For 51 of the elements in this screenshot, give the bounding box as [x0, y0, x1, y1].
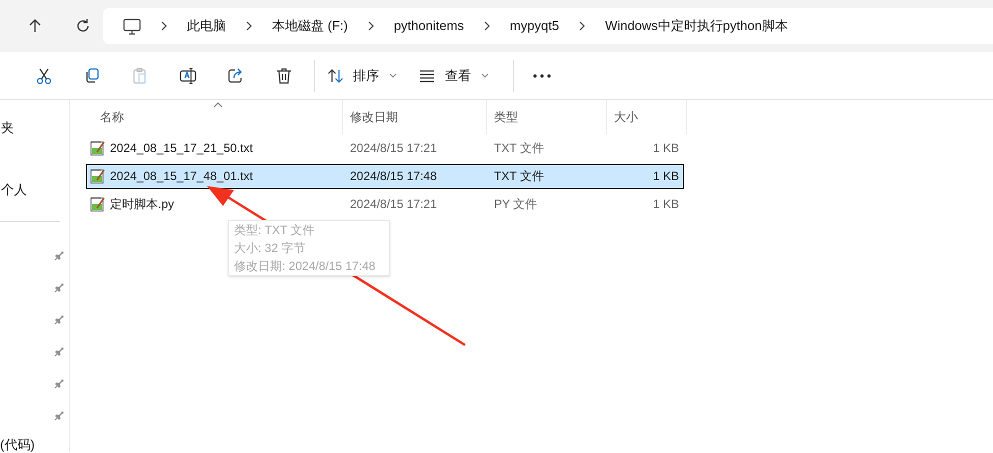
- chevron-icon: [245, 21, 253, 31]
- tooltip-line: 大小: 32 字节: [234, 240, 306, 257]
- notepad-icon: [90, 168, 106, 184]
- modified-date: 2024/8/15 17:21: [349, 140, 438, 157]
- breadcrumb[interactable]: pythonitems: [394, 16, 464, 36]
- tooltip-line: 类型: TXT 文件: [234, 222, 316, 239]
- chevron-down-icon: [389, 72, 397, 78]
- breadcrumb[interactable]: 本地磁盘 (F:): [272, 16, 348, 36]
- column-header[interactable]: 类型: [487, 100, 607, 134]
- file-size: 1 KB: [652, 168, 680, 185]
- file-size: 1 KB: [652, 196, 680, 213]
- file-size: 1 KB: [652, 140, 680, 157]
- view-menu-button[interactable]: 查看: [413, 56, 499, 96]
- file-type: TXT 文件: [493, 140, 545, 157]
- refresh-icon: [75, 18, 91, 34]
- file-type: PY 文件: [493, 196, 538, 213]
- nav-item[interactable]: 夹: [1, 118, 14, 138]
- column-header[interactable]: 名称: [86, 100, 343, 134]
- chevron-down-icon: [481, 72, 489, 78]
- column-header[interactable]: 修改日期: [343, 100, 487, 134]
- notepad-icon: [90, 196, 106, 212]
- sort-icon: [327, 68, 343, 84]
- rename-icon: [179, 66, 197, 84]
- sort-menu-button[interactable]: 排序: [321, 56, 407, 96]
- up-arrow-icon: [27, 18, 43, 34]
- file-name[interactable]: 2024_08_15_17_48_01.txt: [110, 167, 253, 185]
- chevron-icon: [482, 21, 491, 31]
- file-type: TXT 文件: [493, 168, 545, 185]
- file-name[interactable]: 2024_08_15_17_21_50.txt: [110, 139, 253, 157]
- chevron-icon: [160, 21, 168, 31]
- tooltip-line: 修改日期: 2024/8/15 17:48: [234, 258, 376, 275]
- monitor-icon: [123, 18, 141, 34]
- nav-item[interactable]: 个人: [1, 180, 27, 200]
- file-name[interactable]: 定时脚本.py: [110, 195, 174, 213]
- chevron-icon: [366, 21, 375, 31]
- sort-caret-icon: [213, 102, 223, 108]
- address-bar[interactable]: 此电脑 本地磁盘 (F:) pythonitems mypyqt5 Windows中定时执行python脚本: [103, 8, 993, 44]
- menu-lines-icon: [419, 68, 435, 84]
- cut-icon: [35, 66, 53, 84]
- chevron-icon: [578, 21, 586, 31]
- selected-file-row[interactable]: 2024_08_15_17_48_01.txt 2024/8/15 17:48 TXT 文件 1 KB: [86, 164, 684, 188]
- more-dots-icon: [533, 74, 551, 78]
- modified-date: 2024/8/15 17:48: [349, 168, 438, 185]
- column-header[interactable]: 大小: [607, 100, 687, 134]
- notepad-icon: [90, 140, 106, 156]
- breadcrumb[interactable]: Windows中定时执行python脚本: [605, 16, 788, 36]
- breadcrumb[interactable]: 此电脑: [187, 16, 226, 36]
- breadcrumb[interactable]: mypyqt5: [510, 16, 560, 36]
- trash-icon: [275, 66, 293, 84]
- modified-date: 2024/8/15 17:21: [349, 196, 438, 213]
- nav-item[interactable]: (代码): [0, 435, 35, 453]
